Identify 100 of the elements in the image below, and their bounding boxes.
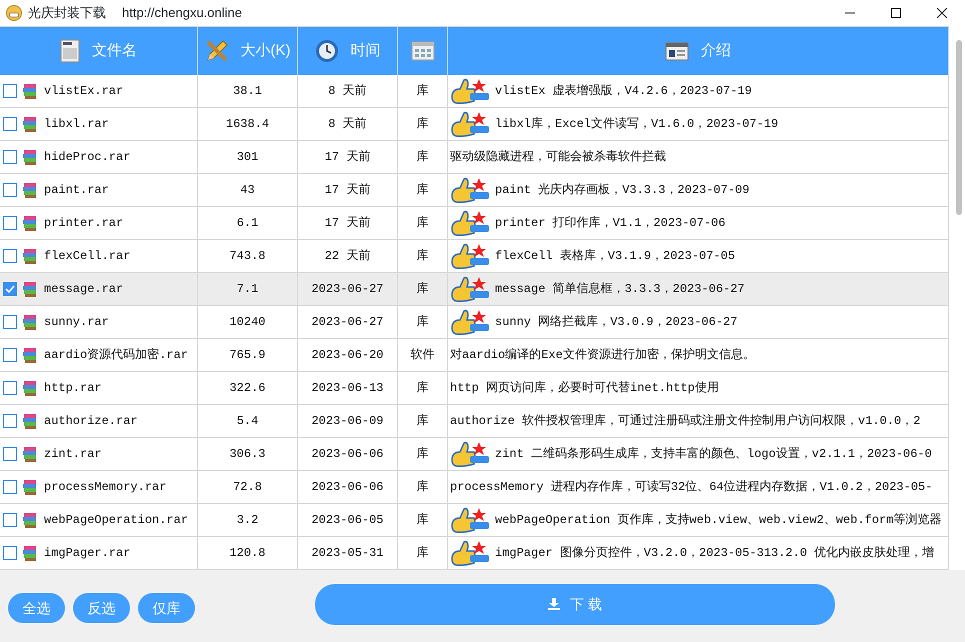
file-name: sunny.rar xyxy=(44,314,109,331)
table-cell: 2023-06-06 xyxy=(298,471,398,503)
file-name: vlistEx.rar xyxy=(44,83,124,100)
file-name: processMemory.rar xyxy=(44,479,166,496)
table-cell: 7.1 xyxy=(198,273,298,305)
table-cell: 17 天前 xyxy=(298,174,398,206)
table-cell: 库 xyxy=(398,75,448,107)
checkbox[interactable] xyxy=(3,447,17,461)
column-header[interactable]: 大小(K) xyxy=(240,40,290,62)
file-name: paint.rar xyxy=(44,182,109,199)
maximize-icon xyxy=(891,8,901,18)
checkbox[interactable] xyxy=(3,381,17,395)
table-cell: 17 天前 xyxy=(298,141,398,173)
description-text: vlistEx 虚表增强版，V4.2.6，2023-07-19 xyxy=(495,83,752,100)
close-icon xyxy=(937,8,947,18)
table-cell: 2023-05-31 xyxy=(298,537,398,569)
contact-card-icon xyxy=(665,41,689,61)
table-cell: 库 xyxy=(398,174,448,206)
description-text: http 网页访问库，必要时可代替inet.http使用 xyxy=(450,380,719,397)
description-text: authorize 软件授权管理库，可通过注册码或注册文件控制用户访问权限，v1.0.0，2 xyxy=(450,413,920,430)
table-cell: 8 天前 xyxy=(298,108,398,140)
file-name: flexCell.rar xyxy=(44,248,130,265)
download-button[interactable]: 下 载 xyxy=(315,584,835,624)
document-icon xyxy=(60,39,80,63)
description-text: paint 光庆内存画板，V3.3.3，2023-07-09 xyxy=(495,182,750,199)
select-button[interactable]: 仅库 xyxy=(138,593,195,623)
table-cell: 322.6 xyxy=(198,372,298,404)
table-cell: 765.9 xyxy=(198,339,298,371)
column-header[interactable]: 介绍 xyxy=(701,40,731,62)
checkbox[interactable] xyxy=(3,249,17,263)
column-header[interactable]: 文件名 xyxy=(92,40,137,62)
table-cell: 1638.4 xyxy=(198,108,298,140)
url-text: http://chengxu.online xyxy=(122,4,242,22)
file-name: imgPager.rar xyxy=(44,545,130,562)
checkbox[interactable] xyxy=(3,183,17,197)
table-cell: 库 xyxy=(398,240,448,272)
table-cell: 38.1 xyxy=(198,75,298,107)
table-cell: 6.1 xyxy=(198,207,298,239)
table-cell: 库 xyxy=(398,372,448,404)
table-cell: 120.8 xyxy=(198,537,298,569)
select-button[interactable]: 反选 xyxy=(73,593,130,623)
stacked-books-icon xyxy=(22,281,38,297)
table-cell: 2023-06-20 xyxy=(298,339,398,371)
file-name: libxl.rar xyxy=(44,116,109,133)
select-button[interactable]: 全选 xyxy=(8,593,65,623)
table-cell: 743.8 xyxy=(198,240,298,272)
table-cell: 2023-06-27 xyxy=(298,273,398,305)
column-header[interactable]: 时间 xyxy=(350,40,380,62)
stacked-books-icon xyxy=(22,413,38,429)
stacked-books-icon xyxy=(22,446,38,462)
table-cell: 库 xyxy=(398,537,448,569)
checkbox[interactable] xyxy=(3,480,17,494)
file-name: webPageOperation.rar xyxy=(44,512,188,529)
table-cell: 库 xyxy=(398,405,448,437)
file-name: message.rar xyxy=(44,281,124,298)
stacked-books-icon xyxy=(22,380,38,396)
clock-icon xyxy=(314,39,338,63)
stacked-books-icon xyxy=(22,347,38,363)
stacked-books-icon xyxy=(22,545,38,561)
stacked-books-icon xyxy=(22,314,38,330)
file-name: authorize.rar xyxy=(44,413,138,430)
stacked-books-icon xyxy=(22,116,38,132)
checkbox[interactable] xyxy=(3,282,17,296)
table-cell: 库 xyxy=(398,504,448,536)
checkbox[interactable] xyxy=(3,117,17,131)
description-text: imgPager 图像分页控件，V3.2.0，2023-05-313.2.0 优化内嵌皮肤处理，增 xyxy=(495,545,934,562)
checkbox[interactable] xyxy=(3,150,17,164)
stacked-books-icon xyxy=(22,248,38,264)
description-text: libxl库，Excel文件读写，V1.6.0，2023-07-19 xyxy=(495,116,778,133)
checkbox[interactable] xyxy=(3,216,17,230)
table-cell: 17 天前 xyxy=(298,207,398,239)
description-text: webPageOperation 页作库，支持web.view、web.view2、web.form等浏览器 xyxy=(495,512,942,529)
table-cell: 库 xyxy=(398,141,448,173)
scrollbar[interactable] xyxy=(956,40,962,215)
checkbox[interactable] xyxy=(3,414,17,428)
table-cell: 库 xyxy=(398,273,448,305)
table-cell: 2023-06-06 xyxy=(298,438,398,470)
table-icon xyxy=(410,41,434,61)
table-cell: 2023-06-13 xyxy=(298,372,398,404)
stacked-books-icon xyxy=(22,512,38,528)
pencil-icon xyxy=(204,39,228,63)
file-name: hideProc.rar xyxy=(44,149,130,166)
checkbox[interactable] xyxy=(3,84,17,98)
table-cell: 10240 xyxy=(198,306,298,338)
table-cell: 软件 xyxy=(398,339,448,371)
checkbox[interactable] xyxy=(3,546,17,560)
file-name: printer.rar xyxy=(44,215,124,232)
stacked-books-icon xyxy=(22,149,38,165)
stacked-books-icon xyxy=(22,215,38,231)
table-cell: 306.3 xyxy=(198,438,298,470)
table-cell: 8 天前 xyxy=(298,75,398,107)
window-title: 光庆封装下载 xyxy=(28,4,106,22)
description-text: printer 打印作库，V1.1，2023-07-06 xyxy=(495,215,726,232)
checkbox[interactable] xyxy=(3,348,17,362)
description-text: flexCell 表格库，V3.1.9，2023-07-05 xyxy=(495,248,736,265)
table-cell: 库 xyxy=(398,438,448,470)
table-cell: 5.4 xyxy=(198,405,298,437)
checkbox[interactable] xyxy=(3,315,17,329)
minimize-icon xyxy=(845,12,855,14)
checkbox[interactable] xyxy=(3,513,17,527)
